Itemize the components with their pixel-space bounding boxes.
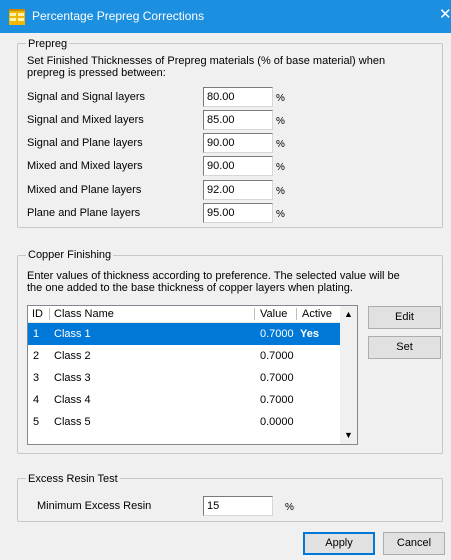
- table-row[interactable]: 3 Class 3 0.7000: [28, 367, 340, 389]
- cell-id: 2: [33, 350, 40, 362]
- prepreg-row-unit: %: [276, 93, 285, 104]
- copper-class-list[interactable]: ID Class Name Value Active 1 Class 1 0.700…: [27, 305, 358, 445]
- min-excess-resin-unit: %: [285, 502, 294, 513]
- cell-id: 1: [33, 328, 40, 340]
- cell-class-name: Class 4: [54, 394, 91, 406]
- prepreg-row-unit: %: [276, 162, 285, 173]
- excess-resin-legend: Excess Resin Test: [26, 473, 120, 485]
- cell-id: 3: [33, 372, 40, 384]
- title-bar: Percentage Prepreg Corrections ✕: [0, 0, 451, 33]
- scroll-up-icon[interactable]: ▲: [340, 306, 357, 323]
- set-button[interactable]: Set: [368, 336, 441, 359]
- table-row[interactable]: 1 Class 1 0.7000 Yes: [28, 323, 340, 345]
- prepreg-row-unit: %: [276, 186, 285, 197]
- cell-class-name: Class 1: [54, 328, 91, 340]
- prepreg-row-label: Mixed and Plane layers: [27, 184, 142, 196]
- prepreg-legend: Prepreg: [26, 38, 70, 50]
- column-separator: [296, 308, 297, 320]
- column-header-value[interactable]: Value: [256, 306, 287, 322]
- prepreg-row-input[interactable]: 85.00: [203, 110, 273, 130]
- edit-button[interactable]: Edit: [368, 306, 441, 329]
- prepreg-row-label: Signal and Mixed layers: [27, 114, 144, 126]
- cell-id: 4: [33, 394, 40, 406]
- cell-value: 0.7000: [260, 328, 294, 340]
- table-row[interactable]: 4 Class 4 0.7000: [28, 389, 340, 411]
- prepreg-row-label: Signal and Plane layers: [27, 137, 143, 149]
- prepreg-row-input[interactable]: 92.00: [203, 180, 273, 200]
- column-header-id[interactable]: ID: [32, 306, 43, 322]
- prepreg-row-input[interactable]: 80.00: [203, 87, 273, 107]
- prepreg-row-unit: %: [276, 116, 285, 127]
- prepreg-row-unit: %: [276, 139, 285, 150]
- cell-value: 0.7000: [260, 350, 294, 362]
- column-header-class-name[interactable]: Class Name: [50, 306, 114, 322]
- prepreg-row-input[interactable]: 90.00: [203, 156, 273, 176]
- min-excess-resin-label: Minimum Excess Resin: [37, 500, 152, 512]
- close-icon[interactable]: ✕: [439, 7, 451, 23]
- cell-value: 0.7000: [260, 372, 294, 384]
- copper-description-2: the one added to the base thickness of c…: [27, 282, 353, 294]
- cell-class-name: Class 2: [54, 350, 91, 362]
- prepreg-description-2: prepreg is pressed between:: [27, 67, 166, 79]
- prepreg-row-label: Plane and Plane layers: [27, 207, 141, 219]
- cell-active: Yes: [300, 328, 319, 340]
- prepreg-row-label: Signal and Signal layers: [27, 91, 146, 103]
- prepreg-row-input[interactable]: 95.00: [203, 203, 273, 223]
- window-title: Percentage Prepreg Corrections: [32, 9, 205, 23]
- cell-class-name: Class 5: [54, 416, 91, 428]
- list-header: ID Class Name Value Active: [28, 306, 340, 323]
- column-separator: [254, 308, 255, 320]
- table-row[interactable]: 5 Class 5 0.0000: [28, 411, 340, 433]
- cell-value: 0.7000: [260, 394, 294, 406]
- prepreg-row-input[interactable]: 90.00: [203, 133, 273, 153]
- cell-id: 5: [33, 416, 40, 428]
- apply-button[interactable]: Apply: [303, 532, 375, 555]
- min-excess-resin-input[interactable]: 15: [203, 496, 273, 516]
- cell-class-name: Class 3: [54, 372, 91, 384]
- table-app-icon: [9, 9, 25, 25]
- cancel-button[interactable]: Cancel: [383, 532, 445, 555]
- prepreg-row-unit: %: [276, 209, 285, 220]
- prepreg-row-label: Mixed and Mixed layers: [27, 160, 143, 172]
- copper-finishing-legend: Copper Finishing: [26, 249, 114, 261]
- table-row[interactable]: 2 Class 2 0.7000: [28, 345, 340, 367]
- scroll-down-icon[interactable]: ▼: [340, 427, 357, 444]
- column-header-active[interactable]: Active: [298, 306, 332, 322]
- list-scrollbar[interactable]: ▲ ▼: [340, 306, 357, 444]
- cell-value: 0.0000: [260, 416, 294, 428]
